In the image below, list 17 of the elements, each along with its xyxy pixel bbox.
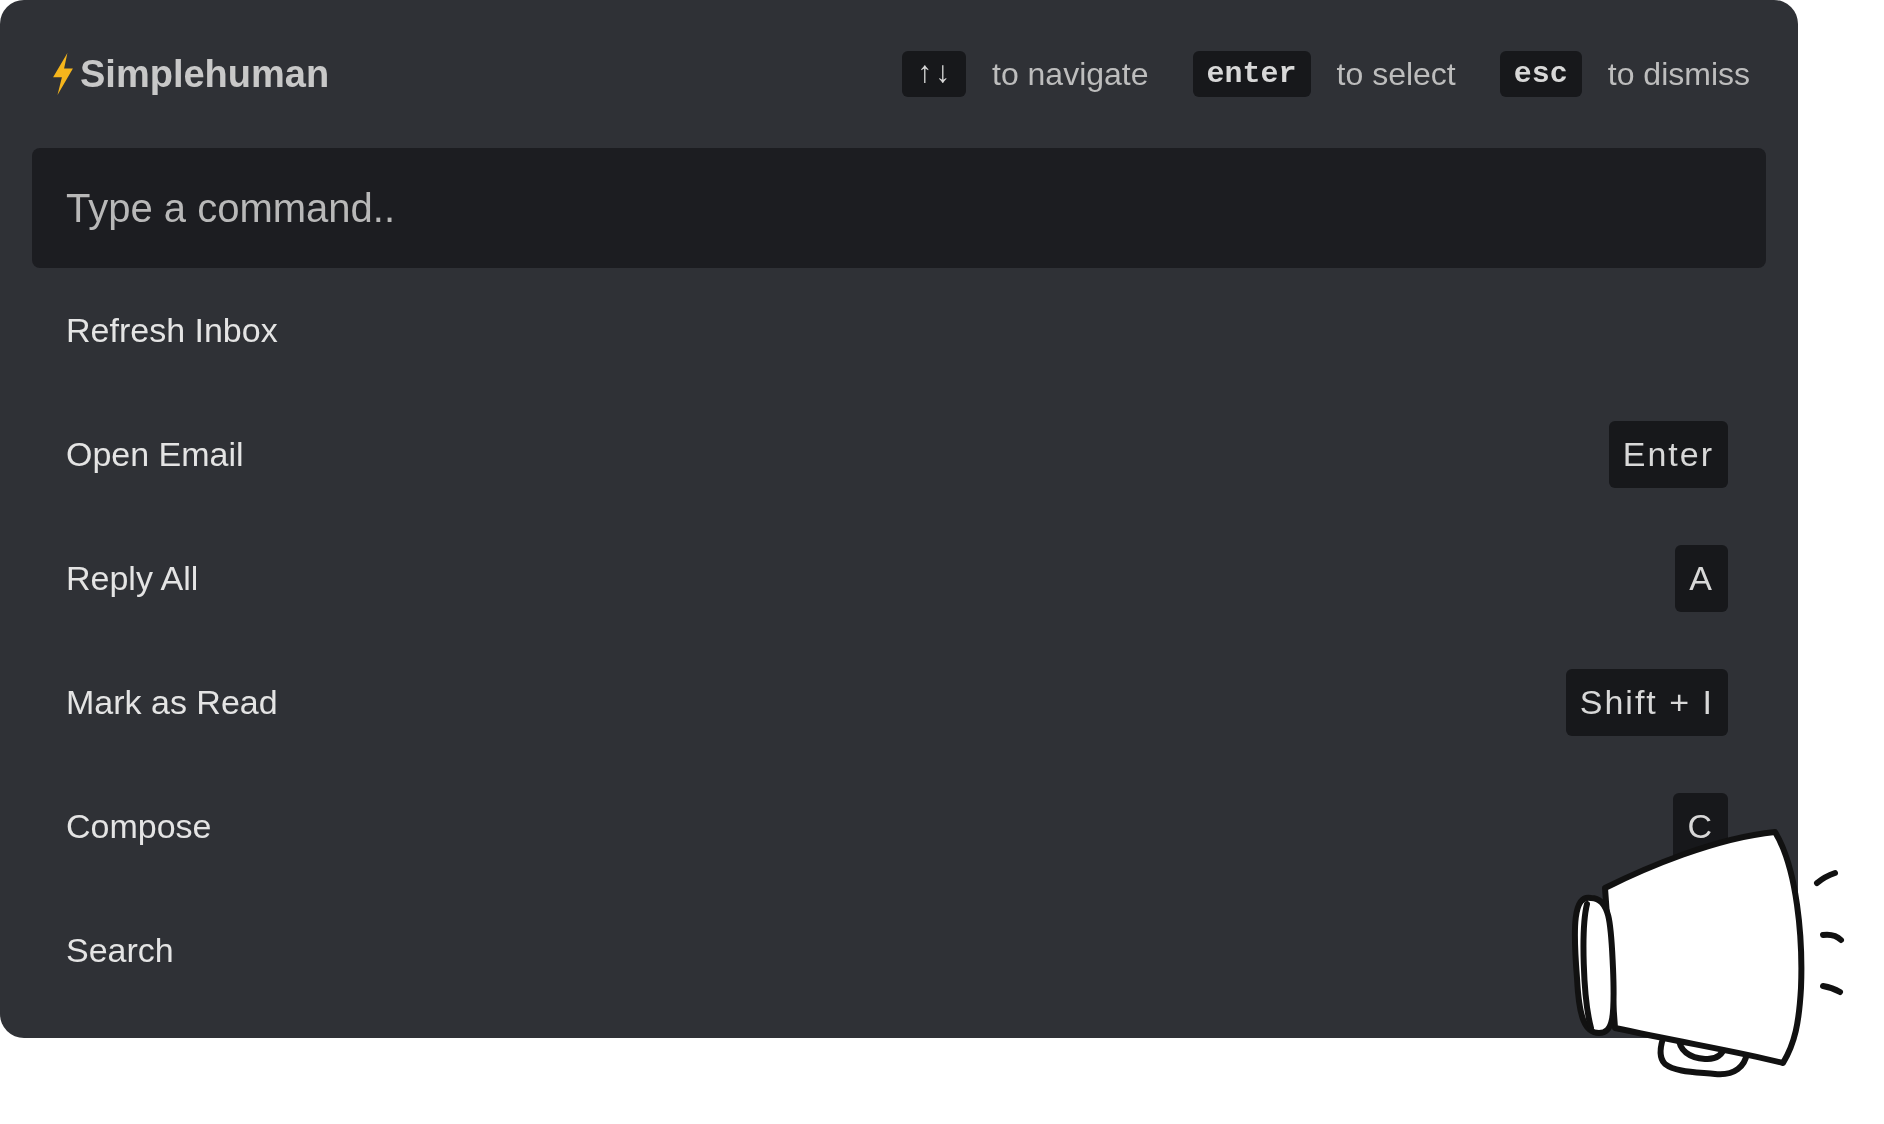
shortcut-key: Shift + I (1565, 668, 1728, 736)
command-item[interactable]: Reply All (66, 558, 199, 598)
key-hint: ↑↓ (901, 51, 966, 97)
command-item[interactable]: Open Email (66, 434, 244, 474)
hint-label: to navigate (992, 55, 1149, 93)
command-item[interactable]: Compose (66, 806, 212, 846)
command-item[interactable]: Mark as Read (66, 682, 278, 722)
command-item[interactable]: Search (66, 930, 174, 970)
key-hint: enter (1192, 51, 1311, 97)
hint-label: to select (1336, 55, 1456, 93)
shortcut-key: A (1675, 544, 1728, 612)
command-input[interactable]: Type a command.. (32, 148, 1766, 268)
app-title: Simplehuman (80, 52, 330, 96)
hint-label: to dismiss (1607, 55, 1750, 93)
key-hint: esc (1499, 51, 1582, 97)
command-item[interactable]: Refresh Inbox (66, 310, 278, 350)
shortcut-key: Enter (1608, 420, 1728, 488)
